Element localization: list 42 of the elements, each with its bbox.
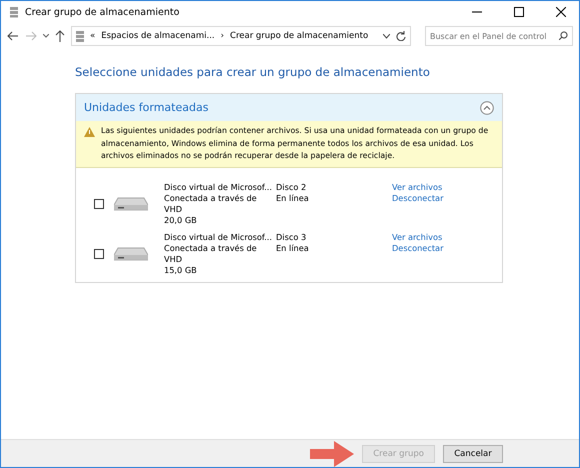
drive-size: 15,0 GB [164, 264, 198, 276]
drive-link[interactable]: Ver archivos [392, 232, 482, 242]
storage-icon [9, 6, 19, 18]
dropdown-caret-icon[interactable] [383, 34, 390, 38]
breadcrumb-link[interactable]: Crear grupo de almacenamiento [230, 31, 368, 41]
panel-title: Unidades formateadas [84, 101, 208, 114]
drive-name: Disco virtual de Microsof... [164, 232, 273, 242]
drive-type: VHD [164, 254, 184, 264]
drive-connection: Conectada a través de [164, 242, 258, 254]
breadcrumb-separator: › [220, 31, 224, 41]
drive-status: En línea [276, 192, 310, 204]
disk-number: Disco 2 [276, 182, 308, 192]
drive-connection: Conectada a través de [164, 192, 258, 204]
drive-link[interactable]: Desconectar [392, 192, 482, 204]
close-icon [556, 7, 566, 17]
drive-link[interactable]: Desconectar [392, 242, 482, 254]
window-title: Crear grupo de almacenamiento [25, 6, 180, 18]
search-icon [559, 31, 568, 40]
drive-icon [114, 196, 148, 212]
breadcrumb-separator: « [90, 31, 96, 41]
breadcrumb-link[interactable]: Espacios de almacenami... [101, 31, 215, 41]
collapse-icon[interactable] [480, 100, 494, 114]
maximize-icon [514, 7, 524, 17]
drive-status: En línea [276, 242, 310, 254]
pointer-arrow-icon [310, 440, 354, 466]
page-heading: Seleccione unidades para crear un grupo de almacenamiento [75, 65, 431, 79]
storage-icon [76, 30, 84, 42]
search-field[interactable]: Buscar en el Panel de control [425, 26, 573, 46]
drive-link[interactable]: Ver archivos [392, 182, 482, 192]
dropdown-caret-icon[interactable] [43, 34, 49, 38]
drive-name: Disco virtual de Microsof... [164, 182, 273, 192]
cancel-button[interactable]: Cancelar [443, 444, 503, 462]
refresh-icon[interactable] [396, 31, 406, 41]
drive-size: 20,0 GB [164, 214, 198, 226]
checkbox[interactable] [94, 198, 104, 208]
checkbox[interactable] [94, 248, 104, 258]
warning-icon [84, 127, 95, 137]
up-arrow-icon[interactable] [55, 30, 65, 42]
drive-type: VHD [164, 204, 184, 214]
back-arrow-icon[interactable] [7, 31, 19, 41]
drive-icon [114, 246, 148, 262]
disk-number: Disco 3 [276, 232, 308, 242]
